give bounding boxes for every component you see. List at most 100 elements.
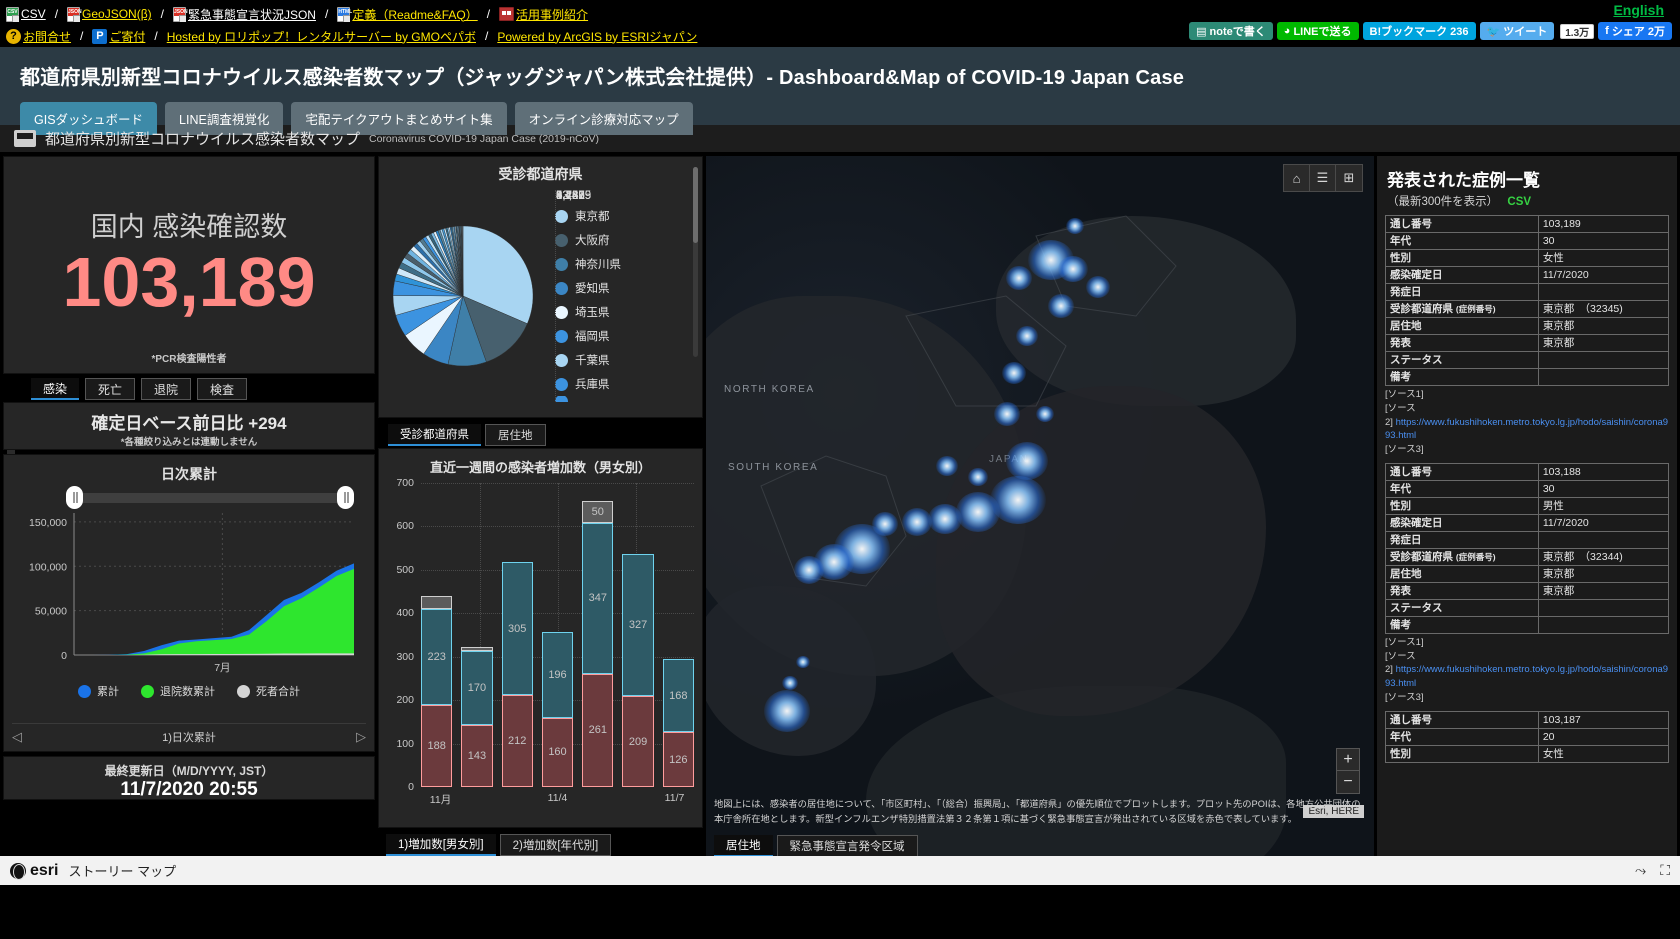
bar-group[interactable]: 305212 xyxy=(502,483,533,787)
contact-link[interactable]: お問合せ xyxy=(23,28,71,45)
case-entry[interactable]: 通し番号103,189年代30性別女性感染確定日11/7/2020発症日受診都道… xyxy=(1377,215,1677,463)
zoom-in-button[interactable]: + xyxy=(1337,749,1359,771)
map-canvas[interactable]: NORTH KOREA SOUTH KOREA JAPAN xyxy=(706,156,1374,856)
pager-next-icon[interactable]: ▷ xyxy=(356,729,366,745)
nav-tab-online-clinic-map[interactable]: オンライン診療対応マップ xyxy=(515,102,693,135)
line-share-button[interactable]: ◕ LINEで送る xyxy=(1277,22,1359,40)
usecase-link[interactable]: 活用事例紹介 xyxy=(516,6,588,23)
kpi-tab-tests[interactable]: 検査 xyxy=(197,378,247,400)
layers-icon[interactable]: ⊞ xyxy=(1336,165,1362,191)
pie-tab-residence[interactable]: 居住地 xyxy=(485,424,546,446)
map-tab-emergency-area[interactable]: 緊急事態宣言発令区域 xyxy=(777,835,918,856)
geojson-link-item[interactable]: JSON GeoJSON(β) xyxy=(67,7,152,22)
host-link[interactable]: Hosted by ロリポップ！レンタルサーバー by GMOペパボ xyxy=(167,28,476,45)
case-source-2-url[interactable]: 2] https://www.fukushihoken.metro.tokyo.… xyxy=(1385,416,1669,444)
kpi-tab-discharged[interactable]: 退院 xyxy=(141,378,191,400)
pager-prev-icon[interactable]: ◁ xyxy=(12,729,22,745)
zoom-out-button[interactable]: − xyxy=(1337,771,1359,793)
bar-segment-male[interactable]: 170 xyxy=(461,651,492,725)
bar-group[interactable]: 327209 xyxy=(622,483,653,787)
note-share-button[interactable]: ▤ noteで書く xyxy=(1189,22,1273,40)
bar-segment-male[interactable]: 327 xyxy=(622,554,653,696)
pie-legend-item[interactable]: 千葉県4,722 xyxy=(555,348,702,372)
share-icon[interactable]: ⤳ xyxy=(1635,862,1646,879)
usecase-link-item[interactable]: 活用事例紹介 xyxy=(499,6,588,23)
bar-segment-male[interactable]: 196 xyxy=(542,632,573,717)
hatena-bookmark-button[interactable]: B!ブックマーク 236 xyxy=(1363,22,1476,40)
bar-group[interactable]: 196160 xyxy=(542,483,573,787)
case-list-csv-link[interactable]: CSV xyxy=(1507,196,1531,208)
geojson-link[interactable]: GeoJSON(β) xyxy=(82,7,152,21)
bar-chart-bars[interactable]: 223188 170143 305212 196160 50347261 327209 16… xyxy=(421,483,694,787)
table-row: 通し番号103,188 xyxy=(1386,463,1669,480)
time-range-slider[interactable] xyxy=(74,493,346,503)
emergency-json-link-item[interactable]: JSON 緊急事態宣言状況JSON xyxy=(173,6,316,23)
map-tab-residence[interactable]: 居住地 xyxy=(714,835,773,856)
bar-segment-female[interactable]: 126 xyxy=(663,732,694,787)
donate-link-item[interactable]: P ご寄付 xyxy=(92,28,145,45)
pie-legend-item-partial[interactable] xyxy=(555,396,702,402)
readme-link-item[interactable]: HTML 定義（Readme&FAQ） xyxy=(337,6,477,23)
fullscreen-icon[interactable]: ⛶ xyxy=(1660,862,1670,879)
bar-segment-female[interactable]: 212 xyxy=(502,695,533,787)
legend-icon[interactable]: ☰ xyxy=(1310,165,1336,191)
kpi-tab-infected[interactable]: 感染 xyxy=(31,378,79,400)
case-list-panel[interactable]: 発表された症例一覧 （最新300件を表示） CSV 通し番号103,189年代3… xyxy=(1377,156,1677,856)
case-field-value: 11/7/2020 xyxy=(1538,514,1668,531)
powered-link[interactable]: Powered by ArcGIS by ESRIジャパン xyxy=(497,28,697,45)
bar-tab-by-age[interactable]: 2)増加数[年代別] xyxy=(500,834,612,856)
map-panel[interactable]: NORTH KOREA SOUTH KOREA JAPAN xyxy=(706,156,1374,856)
pie-legend-item[interactable]: 兵庫県3,469 xyxy=(555,372,702,396)
bar-segment-male[interactable]: 168 xyxy=(663,659,694,732)
pie-legend-item[interactable]: 埼玉県6,182 xyxy=(555,300,702,324)
bar-chart-ytick: 300 xyxy=(396,651,414,663)
bar-segment-female[interactable]: 160 xyxy=(542,718,573,787)
left-column: ◀ 国内 感染確認数 103,189 *PCR検査陽性者 感染 死亡 退院 検査… xyxy=(3,156,375,856)
bar-tab-by-gender[interactable]: 1)増加数[男女別] xyxy=(386,834,496,856)
esri-logo[interactable]: esri xyxy=(10,862,58,880)
case-source-2-url[interactable]: 2] https://www.fukushihoken.metro.tokyo.… xyxy=(1385,663,1669,691)
donate-link[interactable]: ご寄付 xyxy=(109,28,145,45)
slider-handle-right[interactable] xyxy=(337,486,354,509)
csv-link[interactable]: CSV xyxy=(21,7,46,21)
powered-link-item[interactable]: Powered by ArcGIS by ESRIジャパン xyxy=(497,28,697,45)
english-link[interactable]: English xyxy=(1613,2,1664,18)
bar-segment-female[interactable]: 209 xyxy=(622,696,653,787)
pie-legend-item[interactable]: 福岡県5,221 xyxy=(555,324,702,348)
bar-group[interactable]: 168126 xyxy=(663,483,694,787)
csv-link-item[interactable]: CSV CSV xyxy=(6,7,46,22)
twitter-share-button[interactable]: 🐦 ツイート xyxy=(1480,22,1555,40)
bar-group[interactable]: 170143 xyxy=(461,483,492,787)
pie-legend-item[interactable]: 愛知県6,246 xyxy=(555,276,702,300)
readme-link[interactable]: 定義（Readme&FAQ） xyxy=(352,6,477,23)
facebook-share-button[interactable]: f シェア 2万 xyxy=(1598,22,1672,40)
host-link-item[interactable]: Hosted by ロリポップ！レンタルサーバー by GMOペパボ xyxy=(167,28,476,45)
pie-legend-item[interactable]: 東京都32,479 xyxy=(555,204,702,228)
pie-legend-scrollbar[interactable] xyxy=(693,167,698,357)
case-source-link[interactable]: https://www.fukushihoken.metro.tokyo.lg.… xyxy=(1385,664,1668,689)
contact-link-item[interactable]: ? お問合せ xyxy=(6,28,71,45)
case-source-link[interactable]: https://www.fukushihoken.metro.tokyo.lg.… xyxy=(1385,417,1668,442)
prefecture-pie-chart[interactable] xyxy=(388,221,538,371)
pie-legend-item[interactable]: 大阪府13,525 xyxy=(555,228,702,252)
bar-segment-female[interactable]: 188 xyxy=(421,705,452,787)
emergency-json-link[interactable]: 緊急事態宣言状況JSON xyxy=(188,6,316,23)
bar-group[interactable]: 50347261 xyxy=(582,483,613,787)
bar-segment-male[interactable]: 223 xyxy=(421,609,452,706)
pie-legend-swatch xyxy=(555,306,568,319)
case-entry[interactable]: 通し番号103,187年代20性別女性 xyxy=(1377,711,1677,769)
bar-segment-female[interactable]: 143 xyxy=(461,725,492,787)
pie-legend-item[interactable]: 神奈川県9,145 xyxy=(555,252,702,276)
bar-segment-male[interactable]: 305 xyxy=(502,562,533,694)
kpi-tab-deaths[interactable]: 死亡 xyxy=(85,378,135,400)
bar-segment-male[interactable]: 347 xyxy=(582,523,613,674)
bar-segment-female[interactable]: 261 xyxy=(582,674,613,787)
pie-tab-examined-prefecture[interactable]: 受診都道府県 xyxy=(388,424,481,446)
case-entry[interactable]: 通し番号103,188年代30性別男性感染確定日11/7/2020発症日受診都道… xyxy=(1377,463,1677,711)
slider-handle-left[interactable] xyxy=(66,486,83,509)
bar-segment-unknown[interactable] xyxy=(421,596,452,609)
bar-segment-unknown[interactable]: 50 xyxy=(582,501,613,523)
home-icon[interactable]: ⌂ xyxy=(1284,165,1310,191)
bar-group[interactable]: 223188 xyxy=(421,483,452,787)
english-wrap[interactable]: English xyxy=(1613,2,1664,18)
